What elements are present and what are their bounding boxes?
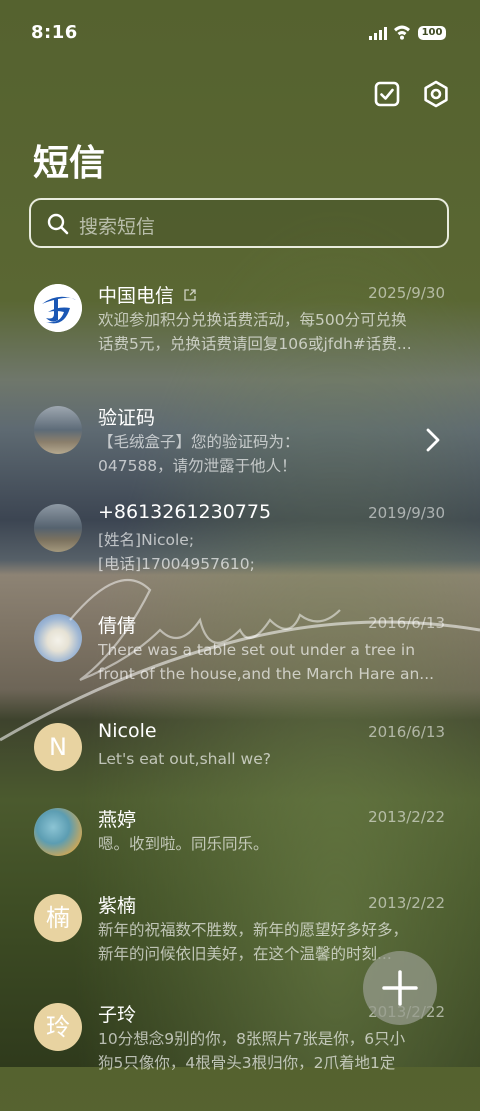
wifi-icon [394,25,410,40]
letter-avatar: 玲 [34,1003,82,1051]
message-preview: 嗯。收到啦。同乐同乐。 [98,835,269,853]
compose-button[interactable] [363,951,437,1025]
contact-name: 子玲 [98,1004,137,1026]
multi-select-icon[interactable] [373,80,401,108]
plus-icon [382,970,418,1006]
message-preview: 【毛绒盒子】您的验证码为： 047588，请勿泄露于他人！ [98,433,300,475]
status-time: 8:16 [31,22,78,43]
conversation-item[interactable]: +8613261230775 2019/9/30 [姓名]Nicole; [电话]… [0,501,480,612]
message-date: 2019/9/30 [368,504,445,522]
contact-name: +8613261230775 [98,501,272,523]
message-preview: [姓名]Nicole; [电话]17004957610; [98,531,255,573]
message-date: 2016/6/13 [368,614,445,632]
message-date: 2025/9/30 [368,284,445,302]
search-input[interactable]: 搜索短信 [29,198,449,248]
message-date: 2013/2/22 [368,894,445,912]
lake-photo-avatar [34,504,82,552]
contact-name: 中国电信 [98,285,175,307]
message-date: 2016/6/13 [368,723,445,741]
search-placeholder: 搜索短信 [79,216,156,238]
china-telecom-logo-avatar [34,284,82,332]
contact-name: 燕婷 [98,809,137,831]
letter-avatar: N [34,723,82,771]
settings-gear-icon[interactable] [422,80,450,108]
letter-avatar: 楠 [34,894,82,942]
contact-name: 验证码 [98,407,156,429]
conversation-item[interactable]: 中国电信 2025/9/30 欢迎参加积分兑换话费活动，每500分可兑换 话费5元… [0,284,480,392]
message-preview: Let's eat out,shall we? [98,750,271,768]
message-preview: 欢迎参加积分兑换话费活动，每500分可兑换 话费5元，兑换话费请回复106或jfd… [98,311,412,353]
conversation-item[interactable]: 倩倩 2016/6/13 There was a table set out u… [0,614,480,722]
search-icon [47,213,69,235]
page-title: 短信 [33,143,106,184]
conversation-item[interactable]: 验证码 【毛绒盒子】您的验证码为： 047588，请勿泄露于他人！ [0,406,480,514]
painting-photo-avatar [34,808,82,856]
message-preview: 10分想念9别的你，8张照片7张是你，6只小 狗5只像你，4根骨头3根归你，2爪着… [98,1030,406,1072]
contact-name: 倩倩 [98,615,137,637]
contact-name: Nicole [98,720,157,742]
lake-photo-avatar [34,406,82,454]
battery-indicator: 100 [418,26,446,40]
chevron-right-icon[interactable] [426,428,440,452]
polar-bear-photo-avatar [34,614,82,662]
external-link-icon [184,289,196,301]
signal-icon [369,27,387,40]
message-date: 2013/2/22 [368,808,445,826]
contact-name: 紫楠 [98,895,137,917]
status-bar: 8:16 100 [0,0,480,64]
message-preview: There was a table set out under a tree i… [98,641,435,683]
